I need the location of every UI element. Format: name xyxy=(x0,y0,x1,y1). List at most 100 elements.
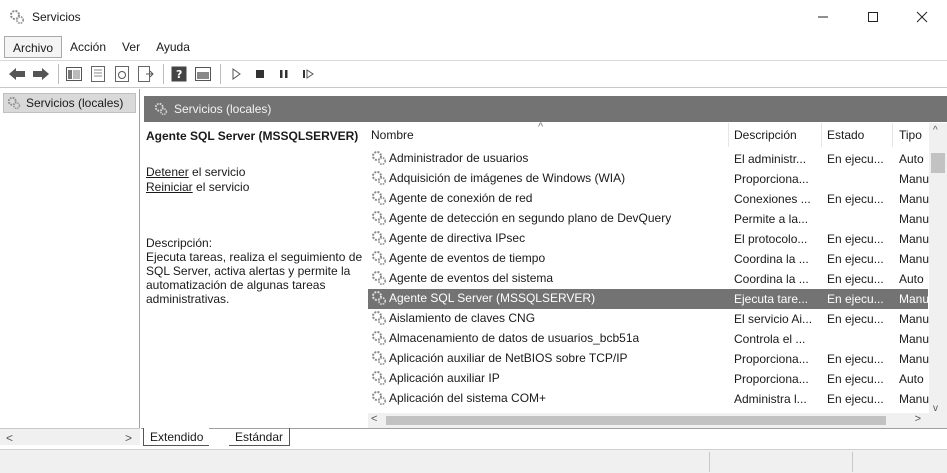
minimize-button[interactable] xyxy=(800,0,846,34)
service-name: Aplicación del sistema COM+ xyxy=(389,391,547,405)
export-list-button[interactable] xyxy=(135,63,157,85)
table-vertical-scrollbar[interactable]: ^ v xyxy=(929,123,947,428)
service-gear-icon xyxy=(372,171,387,186)
tree-horizontal-scrollbar[interactable]: < > xyxy=(0,428,140,445)
start-service-button[interactable] xyxy=(225,63,247,85)
properties-icon xyxy=(91,66,105,82)
panel-header-title: Servicios (locales) xyxy=(174,102,272,116)
services-gear-icon xyxy=(154,102,168,116)
table-row[interactable]: Agente de eventos de tiempo Coordina la .… xyxy=(368,249,929,269)
column-divider[interactable] xyxy=(821,123,822,147)
table-row[interactable]: Aplicación auxiliar de NetBIOS sobre TCP… xyxy=(368,349,929,369)
properties-button[interactable] xyxy=(87,63,109,85)
close-button[interactable] xyxy=(899,0,945,34)
service-name: Agente de conexión de red xyxy=(389,191,533,205)
table-row[interactable]: Almacenamiento de datos de usuarios_bcb5… xyxy=(368,329,929,349)
service-status-cell: En ejecu... xyxy=(827,252,884,266)
table-header: ^ Nombre Descripción Estado Tipo xyxy=(368,121,947,147)
table-row[interactable]: Administrador de usuarios El administr...… xyxy=(368,149,928,169)
menu-ver[interactable]: Ver xyxy=(114,36,148,58)
refresh-button[interactable] xyxy=(111,63,133,85)
service-type-cell: Auto xyxy=(899,152,924,166)
service-status-cell: En ejecu... xyxy=(827,152,884,166)
table-row[interactable]: Aislamiento de claves CNG El servicio Ai.… xyxy=(368,309,929,329)
maximize-button[interactable] xyxy=(850,0,896,34)
service-description-cell: Coordina la ... xyxy=(734,252,809,266)
export-icon xyxy=(138,66,154,82)
tab-extended[interactable]: Extendido xyxy=(143,428,210,446)
menu-accion[interactable]: Acción xyxy=(62,36,114,58)
view-button[interactable] xyxy=(192,63,214,85)
service-name-cell: Agente de eventos de tiempo xyxy=(371,250,545,266)
services-table: ^ Nombre Descripción Estado Tipo Adminis… xyxy=(368,121,947,428)
service-name-cell: Agente de directiva IPsec xyxy=(371,230,525,246)
menu-archivo[interactable]: Archivo xyxy=(4,36,63,58)
console-tree: Servicios (locales) xyxy=(0,89,140,428)
column-header-type[interactable]: Tipo xyxy=(899,128,922,142)
table-row[interactable]: Agente de eventos del sistema Coordina la… xyxy=(368,269,928,289)
scroll-left-icon[interactable]: < xyxy=(371,413,377,425)
stop-icon xyxy=(256,70,264,78)
service-gear-icon xyxy=(372,391,387,406)
pause-service-button[interactable] xyxy=(273,63,295,85)
help-button[interactable]: ? xyxy=(168,63,190,85)
service-name: Almacenamiento de datos de usuarios_bcb5… xyxy=(389,331,640,345)
scroll-up-icon[interactable]: ^ xyxy=(933,125,938,136)
service-name-cell: Adquisición de imágenes de Windows (WIA) xyxy=(371,170,625,186)
tree-item-label: Servicios (locales) xyxy=(26,96,124,110)
service-gear-icon xyxy=(372,331,387,346)
scroll-thumb[interactable] xyxy=(386,416,886,425)
stop-service-button[interactable] xyxy=(249,63,271,85)
table-row[interactable]: Agente SQL Server (MSSQLSERVER) Ejecuta t… xyxy=(368,289,929,309)
svg-text:?: ? xyxy=(176,68,182,81)
table-row[interactable]: Aplicación del sistema COM+ Administra l.… xyxy=(368,389,929,409)
table-row[interactable]: Adquisición de imágenes de Windows (WIA)… xyxy=(368,169,929,189)
table-row[interactable]: Aplicación auxiliar IP Proporciona... En e… xyxy=(368,369,928,389)
service-name-cell: Almacenamiento de datos de usuarios_bcb5… xyxy=(371,330,639,346)
service-type-cell: Auto xyxy=(899,372,924,386)
column-header-status[interactable]: Estado xyxy=(827,128,864,142)
scroll-down-icon[interactable]: v xyxy=(933,403,938,414)
toolbar-separator xyxy=(163,64,164,84)
service-type-cell: Manu xyxy=(899,212,929,226)
back-button[interactable] xyxy=(6,63,28,85)
tab-standard[interactable]: Estándar xyxy=(229,428,291,446)
service-name: Aislamiento de claves CNG xyxy=(389,311,536,325)
tree-item-services-local[interactable]: Servicios (locales) xyxy=(3,93,136,113)
scroll-thumb[interactable] xyxy=(931,153,945,173)
column-header-description[interactable]: Descripción xyxy=(734,128,797,142)
back-arrow-icon xyxy=(9,68,25,80)
services-gear-icon xyxy=(10,10,25,25)
column-header-name[interactable]: Nombre xyxy=(371,128,414,142)
table-row[interactable]: Agente de conexión de red Conexiones ... E… xyxy=(368,189,929,209)
column-divider[interactable] xyxy=(892,123,893,147)
column-divider[interactable] xyxy=(728,123,729,147)
restart-service-link[interactable]: Reiniciar xyxy=(146,180,193,194)
table-row[interactable]: Agente de directiva IPsec El protocolo...… xyxy=(368,229,929,249)
toolbar-separator xyxy=(58,64,59,84)
scroll-right-icon[interactable]: > xyxy=(125,431,132,445)
menu-ayuda[interactable]: Ayuda xyxy=(148,36,198,58)
service-description-cell: Proporciona... xyxy=(734,352,809,366)
service-type-cell: Manu xyxy=(899,232,929,246)
service-name-cell: Agente SQL Server (MSSQLSERVER) xyxy=(371,290,595,306)
services-gear-icon xyxy=(7,96,21,110)
restart-service-suffix: el servicio xyxy=(192,180,250,194)
table-row[interactable]: Agente de detección en segundo plano de … xyxy=(368,209,929,229)
view-tabs: Extendido Estándar xyxy=(141,428,947,447)
show-hide-console-tree-button[interactable] xyxy=(63,63,85,85)
table-horizontal-scrollbar[interactable]: < > xyxy=(368,413,929,428)
service-description-cell: Administra l... xyxy=(734,392,807,406)
stop-service-link[interactable]: Detener xyxy=(146,165,189,179)
service-gear-icon xyxy=(372,291,387,306)
description-label: Descripción: xyxy=(146,236,213,250)
scroll-right-icon[interactable]: > xyxy=(915,413,921,425)
restart-service-button[interactable] xyxy=(297,63,319,85)
service-gear-icon xyxy=(372,231,387,246)
panel-header-tab: Servicios (locales) xyxy=(144,96,358,122)
sort-ascending-icon: ^ xyxy=(538,121,544,133)
forward-button[interactable] xyxy=(30,63,52,85)
scroll-left-icon[interactable]: < xyxy=(6,431,13,445)
service-status-cell: En ejecu... xyxy=(827,352,884,366)
service-name: Agente de detección en segundo plano de … xyxy=(389,211,672,225)
